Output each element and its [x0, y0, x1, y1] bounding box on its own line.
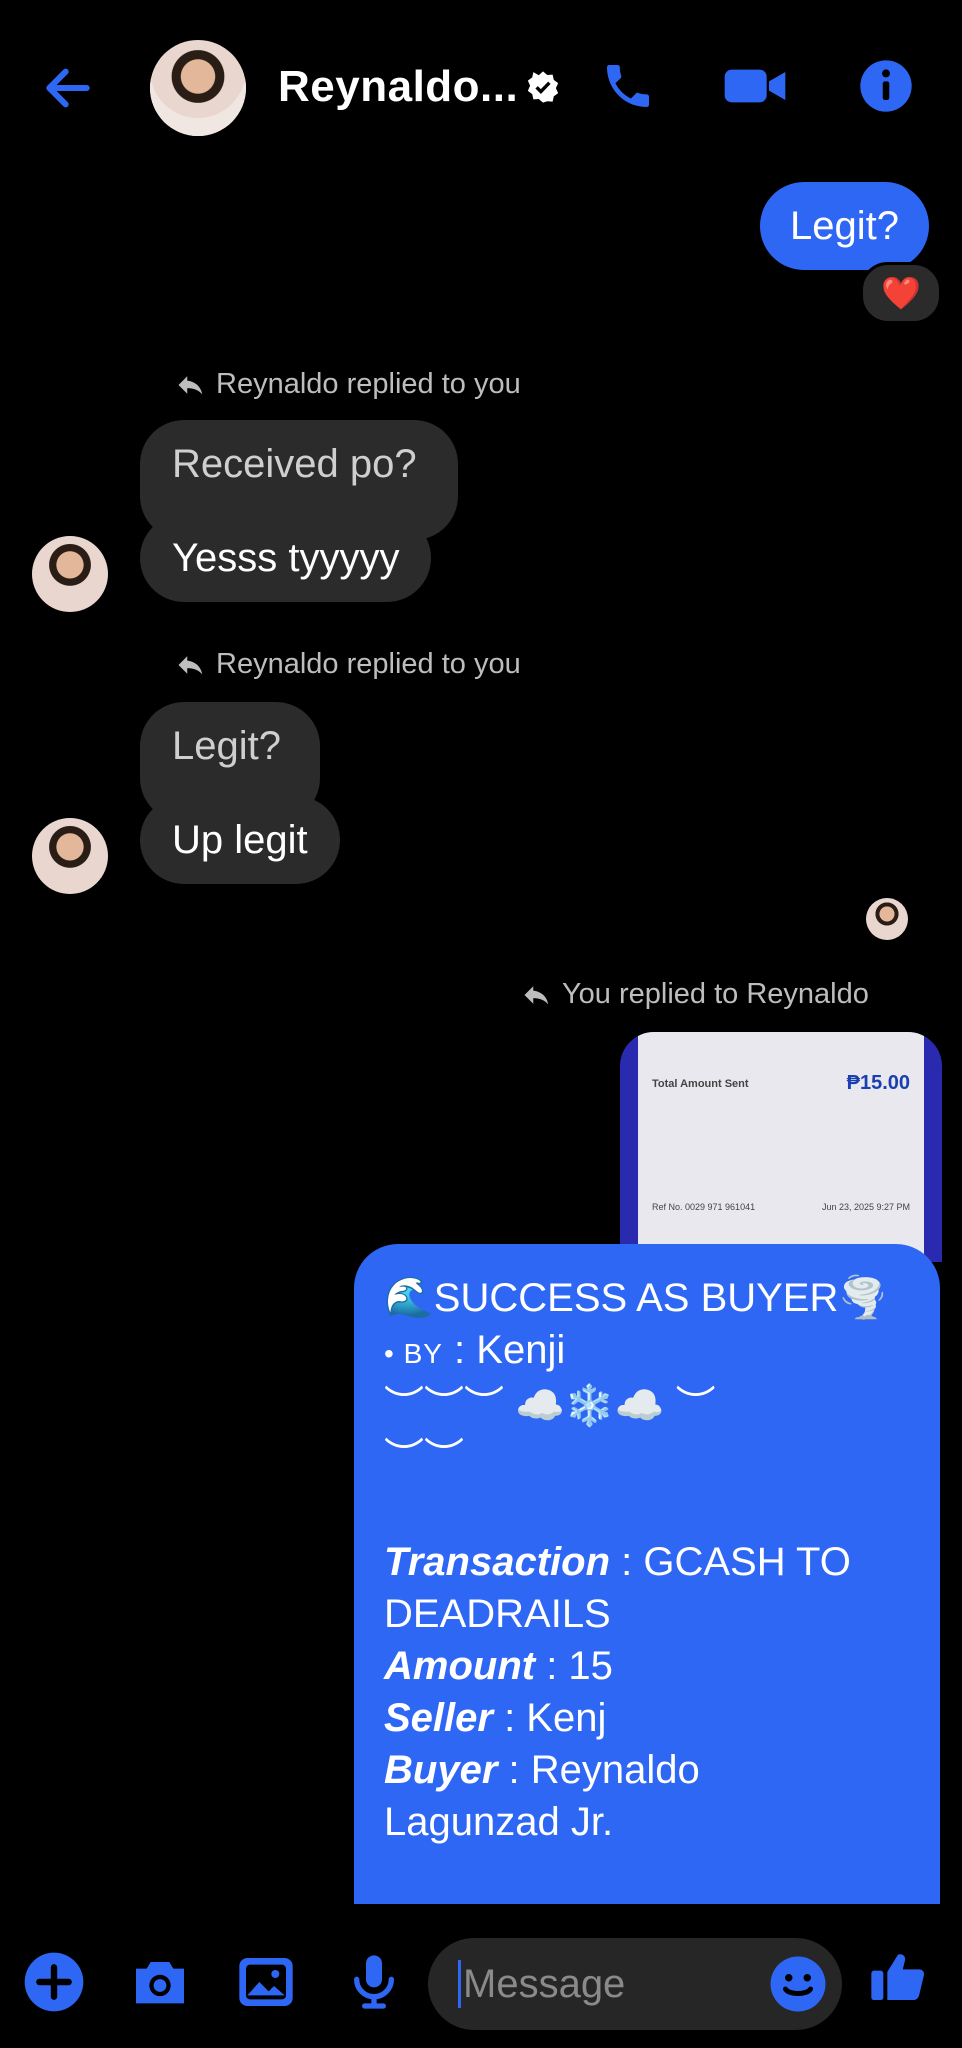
plus-icon[interactable] [22, 1950, 86, 2014]
thumbs-up-icon[interactable] [866, 1944, 930, 2008]
phone-call-icon[interactable] [600, 58, 660, 118]
seen-receipt-avatar [866, 898, 908, 940]
reply-arrow-icon [178, 655, 203, 674]
incoming-message[interactable]: Yesss tyyyyy [140, 514, 432, 602]
video-call-icon[interactable] [722, 58, 792, 118]
outgoing-message-long[interactable]: 🌊SUCCESS AS BUYER🌪️ • BY : Kenji ︶︶︶ ☁️❄… [354, 1244, 940, 1904]
reply-indicator: Reynaldo replied to you [176, 368, 521, 401]
camera-icon[interactable] [128, 1950, 192, 2014]
reply-arrow-icon [524, 985, 549, 1004]
info-icon[interactable] [858, 58, 918, 118]
sender-avatar[interactable] [32, 818, 108, 894]
message-text: Legit? [790, 204, 899, 248]
text-caret [458, 1960, 461, 2008]
incoming-message[interactable]: Up legit [140, 796, 340, 884]
reply-arrow-icon [178, 375, 203, 394]
quoted-image-receipt[interactable]: Total Amount Sent ₱15.00 Ref No. 0029 97… [620, 1032, 942, 1262]
message-title: 🌊SUCCESS AS BUYER🌪️ [384, 1276, 889, 1320]
reply-indicator: Reynaldo replied to you [176, 648, 521, 681]
chat-header: Reynaldo... [0, 0, 962, 180]
emoji-icon[interactable] [768, 1954, 828, 2014]
sender-avatar[interactable] [32, 536, 108, 612]
back-arrow-icon[interactable] [40, 60, 110, 120]
contact-avatar[interactable] [150, 40, 246, 136]
gallery-image-icon[interactable] [234, 1950, 298, 2014]
microphone-icon[interactable] [342, 1950, 406, 2014]
contact-name[interactable]: Reynaldo... [278, 62, 518, 112]
reply-indicator: You replied to Reynaldo [522, 978, 869, 1011]
heart-reaction[interactable]: ❤️ [860, 262, 942, 324]
outgoing-message[interactable]: Legit? [760, 182, 929, 270]
verified-badge-icon [526, 70, 560, 104]
message-placeholder: Message [463, 1961, 626, 2006]
